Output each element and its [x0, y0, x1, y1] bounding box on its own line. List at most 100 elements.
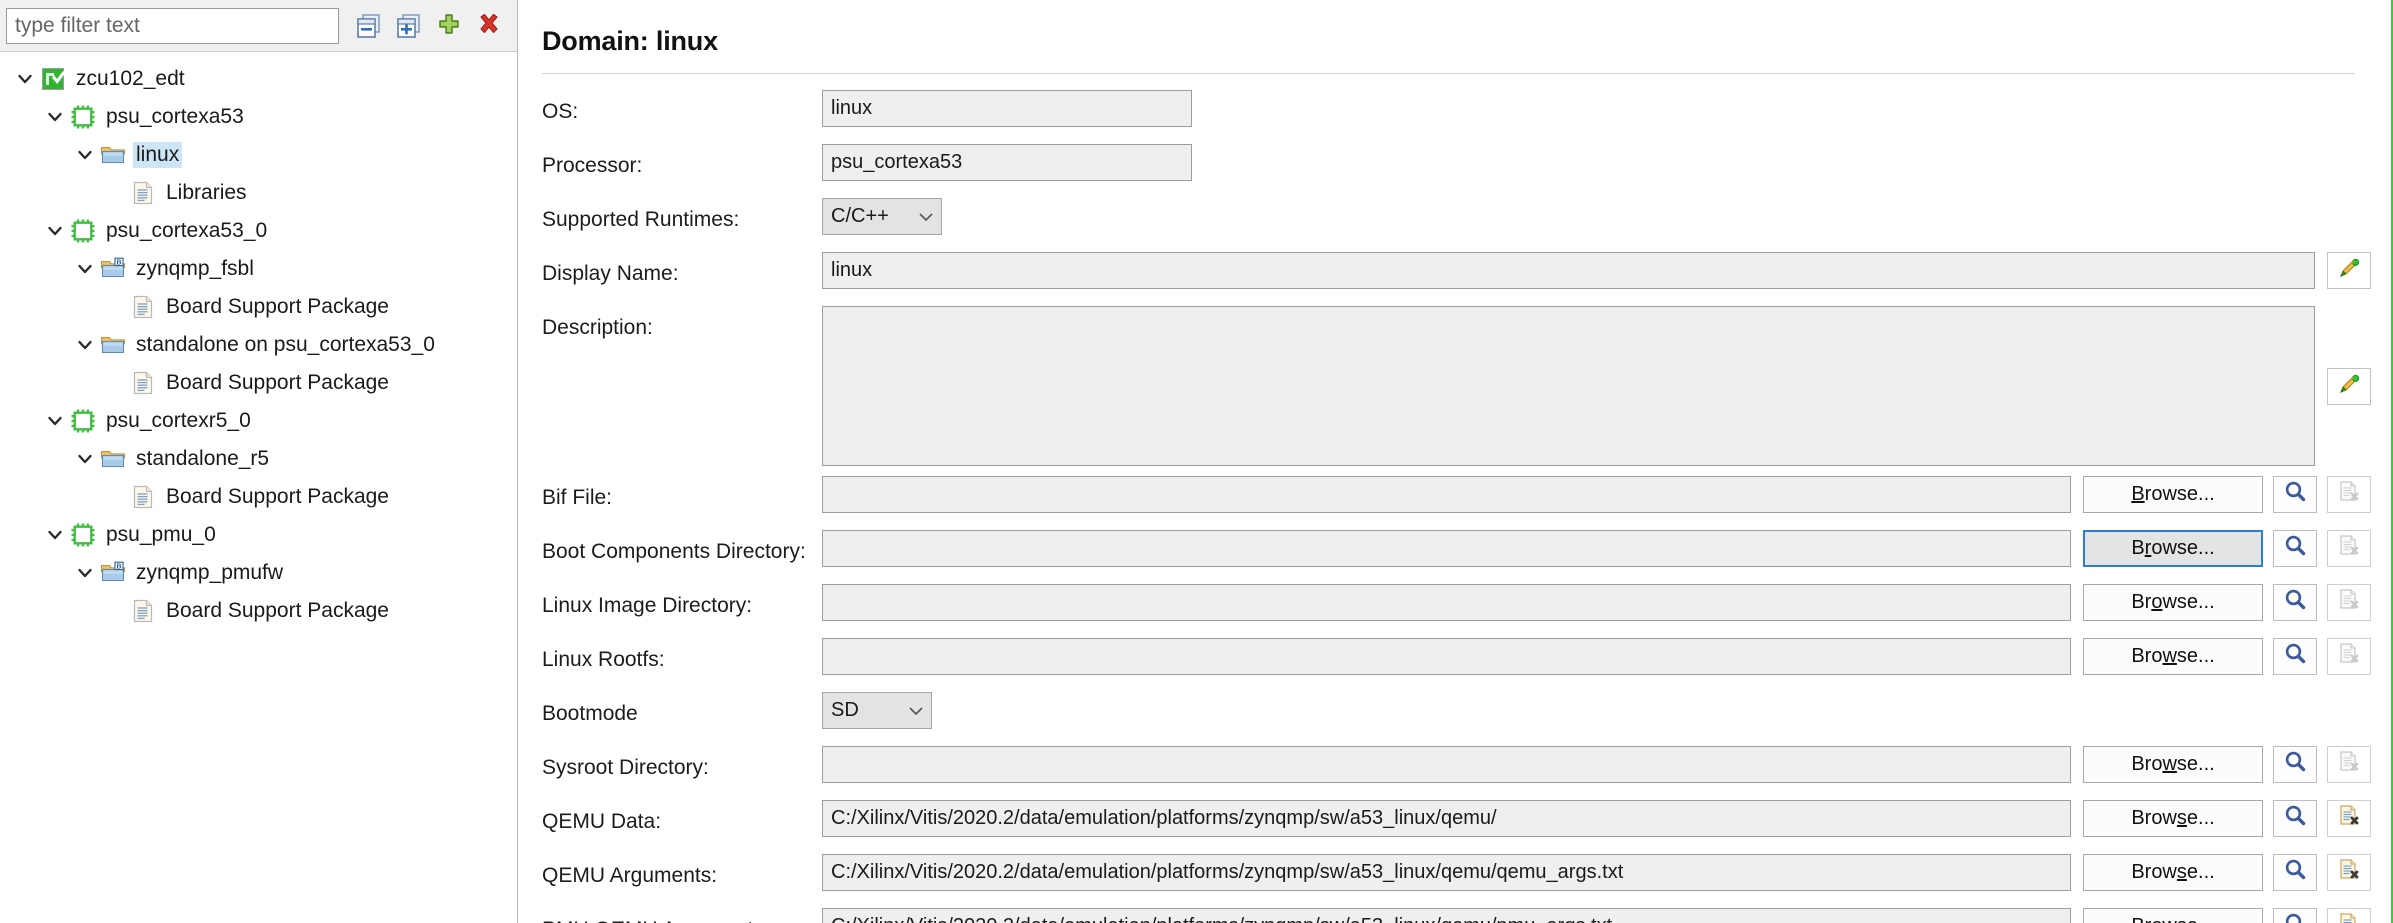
chevron-down-icon[interactable]	[74, 334, 96, 356]
file-icon	[130, 484, 156, 510]
supported-runtimes-label: Supported Runtimes:	[542, 208, 740, 231]
chevron-down-icon[interactable]	[14, 68, 36, 90]
clear-file-icon	[2336, 533, 2362, 564]
tree-item-linux[interactable]: linux	[0, 136, 517, 174]
tree-item-board-support-package[interactable]: Board Support Package	[0, 478, 517, 516]
qemu-data-browse-button[interactable]: Browse...	[2083, 800, 2263, 837]
boot-components-directory-clear-button[interactable]	[2327, 530, 2371, 567]
platform-tree-panel: zcu102_edt psu_cortexa53linux Libraries psu…	[0, 0, 518, 923]
processor-icon	[70, 218, 96, 244]
tree-item-zynqmp-fsbl[interactable]: Bzynqmp_fsbl	[0, 250, 517, 288]
linux-rootfs-browse-button[interactable]: Browse...	[2083, 638, 2263, 675]
qemu-arguments-search-button[interactable]	[2273, 854, 2317, 891]
magnifier-icon	[2282, 749, 2308, 780]
magnifier-icon	[2282, 803, 2308, 834]
tree-item-board-support-package[interactable]: Board Support Package	[0, 592, 517, 630]
chevron-down-icon[interactable]	[74, 258, 96, 280]
bif-file-browse-button[interactable]: Browse...	[2083, 476, 2263, 513]
chevron-down-icon[interactable]	[44, 524, 66, 546]
tree-item-zynqmp-pmufw[interactable]: Bzynqmp_pmufw	[0, 554, 517, 592]
chevron-down-icon[interactable]	[44, 220, 66, 242]
platform-tree[interactable]: zcu102_edt psu_cortexa53linux Libraries psu…	[0, 52, 517, 923]
boot-components-directory-browse-button[interactable]: Browse...	[2083, 530, 2263, 567]
filter-input[interactable]	[6, 7, 339, 44]
boot-components-directory-input[interactable]	[822, 530, 2071, 567]
delete-icon[interactable]	[472, 9, 506, 43]
tree-item-standalone-r5[interactable]: standalone_r5	[0, 440, 517, 478]
edit-display-name-button[interactable]	[2327, 252, 2371, 289]
supported-runtimes-dropdown[interactable]: C/C++	[822, 198, 942, 235]
tree-item-psu-cortexa53-0[interactable]: psu_cortexa53_0	[0, 212, 517, 250]
processor-icon	[70, 408, 96, 434]
processor-icon	[70, 104, 96, 130]
qemu-arguments-clear-button[interactable]	[2327, 854, 2371, 891]
sysroot-directory-search-button[interactable]	[2273, 746, 2317, 783]
linux-image-directory-browse-button[interactable]: Browse...	[2083, 584, 2263, 621]
domain-icon	[100, 142, 126, 168]
tree-item-label: linux	[133, 142, 183, 168]
tree-item-label: standalone on psu_cortexa53_0	[136, 333, 435, 356]
chevron-down-icon[interactable]	[74, 562, 96, 584]
row-linux-image-directory: Linux Image Directory: Browse...	[542, 584, 2371, 628]
row-description: Description:	[542, 306, 2371, 466]
qemu-data-label: QEMU Data:	[542, 810, 662, 833]
sysroot-directory-clear-button[interactable]	[2327, 746, 2371, 783]
expand-all-icon[interactable]	[392, 9, 426, 43]
qemu-data-clear-button[interactable]	[2327, 800, 2371, 837]
tree-item-standalone-on-psu-cortexa53-0[interactable]: standalone on psu_cortexa53_0	[0, 326, 517, 364]
linux-image-directory-input[interactable]	[822, 584, 2071, 621]
qemu-arguments-browse-button[interactable]: Browse...	[2083, 854, 2263, 891]
linux-image-directory-search-button[interactable]	[2273, 584, 2317, 621]
collapse-all-icon[interactable]	[352, 9, 386, 43]
qemu-arguments-input[interactable]: C:/Xilinx/Vitis/2020.2/data/emulation/pl…	[822, 854, 2071, 891]
platform-icon	[40, 66, 66, 92]
pmu-qemu-arguments-search-button[interactable]	[2273, 908, 2317, 923]
tree-filter-toolbar	[0, 0, 517, 52]
tree-item-zcu102-edt[interactable]: zcu102_edt	[0, 60, 517, 98]
domain-detail-panel: Domain: linux OS: linux Processor: psu_c…	[518, 0, 2393, 923]
linux-rootfs-input[interactable]	[822, 638, 2071, 675]
qemu-data-input[interactable]: C:/Xilinx/Vitis/2020.2/data/emulation/pl…	[822, 800, 2071, 837]
linux-rootfs-clear-button[interactable]	[2327, 638, 2371, 675]
row-processor: Processor: psu_cortexa53	[542, 144, 2371, 188]
tree-item-psu-pmu-0[interactable]: psu_pmu_0	[0, 516, 517, 554]
processor-label: Processor:	[542, 154, 643, 177]
chevron-down-icon[interactable]	[44, 106, 66, 128]
sysroot-directory-browse-button[interactable]: Browse...	[2083, 746, 2263, 783]
boot-components-directory-search-button[interactable]	[2273, 530, 2317, 567]
pmu-qemu-arguments-browse-button[interactable]: Browse...	[2083, 908, 2263, 923]
chevron-down-icon[interactable]	[74, 144, 96, 166]
description-input[interactable]	[822, 306, 2315, 466]
bif-file-clear-button[interactable]	[2327, 476, 2371, 513]
pmu-qemu-arguments-input[interactable]: C:/Xilinx/Vitis/2020.2/data/emulation/pl…	[822, 908, 2071, 923]
row-bootmode: Bootmode SD	[542, 692, 2371, 736]
linux-rootfs-search-button[interactable]	[2273, 638, 2317, 675]
pmu-qemu-arguments-clear-button[interactable]	[2327, 908, 2371, 923]
clear-file-icon	[2336, 857, 2362, 888]
title-divider	[542, 73, 2355, 74]
qemu-data-search-button[interactable]	[2273, 800, 2317, 837]
tree-item-label: psu_cortexa53	[106, 105, 244, 128]
tree-item-libraries[interactable]: Libraries	[0, 174, 517, 212]
bif-file-input[interactable]	[822, 476, 2071, 513]
linux-image-directory-clear-button[interactable]	[2327, 584, 2371, 621]
file-icon	[130, 370, 156, 396]
tree-item-psu-cortexa53[interactable]: psu_cortexa53	[0, 98, 517, 136]
domain-editor-window: zcu102_edt psu_cortexa53linux Libraries psu…	[0, 0, 2393, 923]
add-icon[interactable]	[432, 9, 466, 43]
chevron-down-icon[interactable]	[74, 448, 96, 470]
tree-item-board-support-package[interactable]: Board Support Package	[0, 364, 517, 402]
tree-item-label: Libraries	[166, 181, 247, 204]
sysroot-directory-input[interactable]	[822, 746, 2071, 783]
tree-item-label: standalone_r5	[136, 447, 270, 470]
bootmode-dropdown[interactable]: SD	[822, 692, 932, 729]
tree-item-board-support-package[interactable]: Board Support Package	[0, 288, 517, 326]
bif-file-search-button[interactable]	[2273, 476, 2317, 513]
tree-item-label: zynqmp_pmufw	[136, 561, 284, 584]
edit-description-button[interactable]	[2327, 368, 2371, 405]
display-name-input[interactable]: linux	[822, 252, 2315, 289]
tree-item-psu-cortexr5-0[interactable]: psu_cortexr5_0	[0, 402, 517, 440]
chevron-down-icon[interactable]	[44, 410, 66, 432]
